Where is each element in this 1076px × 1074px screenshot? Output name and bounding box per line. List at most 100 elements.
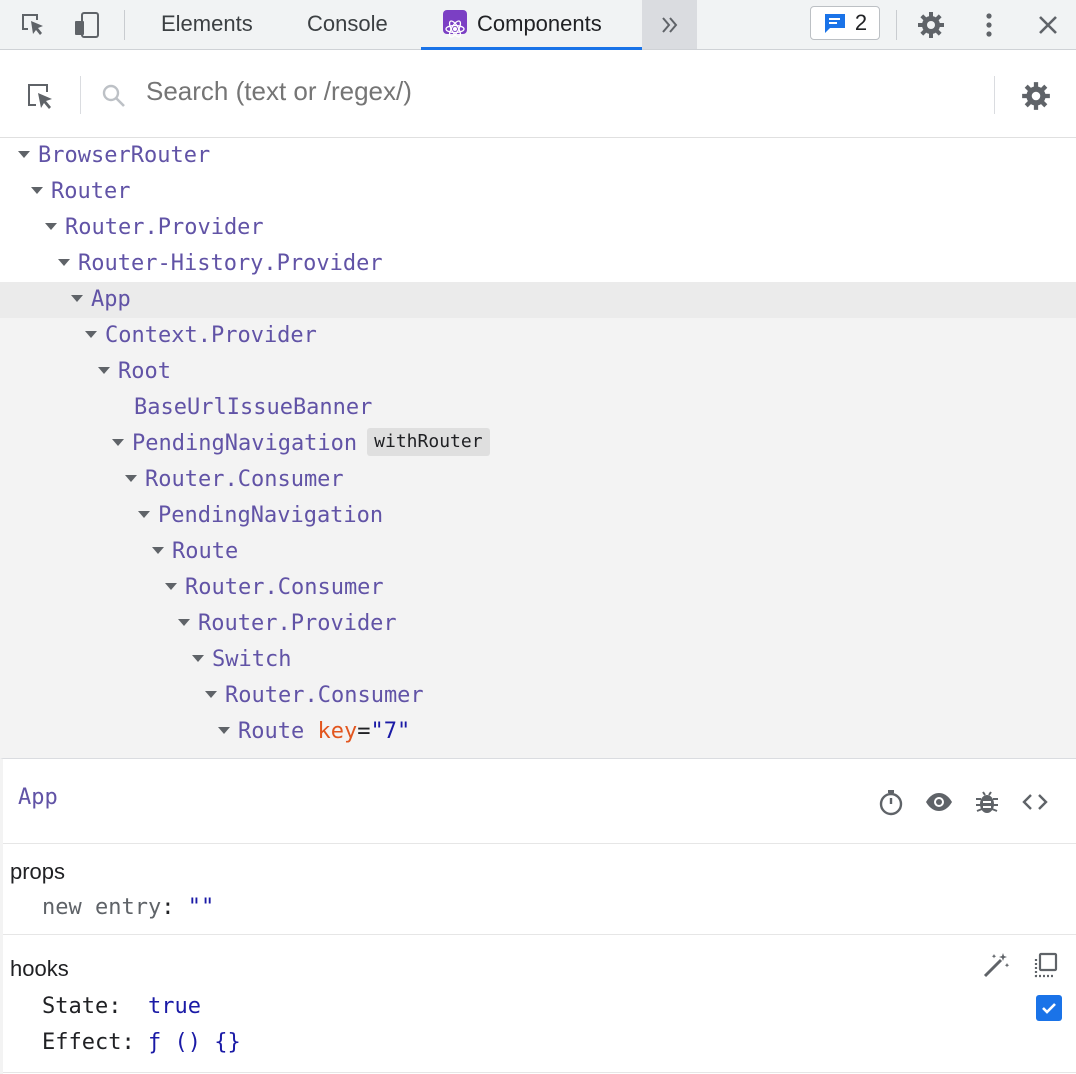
stopwatch-icon[interactable] (876, 787, 906, 817)
state-checkbox[interactable] (1036, 995, 1062, 1021)
tree-node-selected[interactable]: App (0, 282, 1076, 318)
collapse-triangle-icon[interactable] (152, 546, 164, 554)
tree-node-label: Router (51, 179, 131, 204)
copy-to-clipboard-icon[interactable] (1031, 950, 1061, 980)
prop-separator: : (161, 895, 175, 920)
tree-node-label: BrowserRouter (38, 143, 211, 168)
search-input[interactable] (146, 76, 946, 107)
hook-key: Effect (42, 1030, 122, 1055)
tree-node[interactable]: Router.Consumer (0, 678, 1076, 714)
device-toolbar-icon[interactable] (72, 10, 102, 40)
collapse-triangle-icon[interactable] (18, 150, 30, 158)
tree-node-label: Router.Consumer (225, 683, 424, 708)
issues-count: 2 (854, 10, 868, 35)
view-source-code-icon[interactable] (1020, 787, 1050, 817)
hook-row[interactable]: State: true (42, 994, 201, 1019)
tree-node-label: Root (118, 359, 171, 384)
collapse-triangle-icon[interactable] (71, 294, 83, 302)
settings-gear-icon[interactable] (916, 10, 946, 40)
tree-node[interactable]: Route key="7" (0, 714, 1076, 750)
collapse-triangle-icon[interactable] (205, 690, 217, 698)
collapse-triangle-icon[interactable] (138, 510, 150, 518)
collapse-triangle-icon[interactable] (125, 474, 137, 482)
collapse-triangle-icon[interactable] (192, 654, 204, 662)
tree-node[interactable]: BaseUrlIssueBanner (0, 390, 1076, 426)
prop-key: new entry (42, 895, 162, 920)
close-icon[interactable] (1033, 10, 1063, 40)
collapse-triangle-icon[interactable] (45, 222, 57, 230)
hoc-badge: withRouter (367, 428, 490, 456)
tree-node[interactable]: Route (0, 534, 1076, 570)
hooks-title: hooks (10, 956, 69, 981)
tree-node[interactable]: PendingNavigation withRouter (0, 426, 1076, 462)
inspect-element-icon[interactable] (18, 10, 48, 40)
tree-node[interactable]: PendingNavigation (0, 498, 1076, 534)
tree-node-label: App (91, 287, 131, 312)
magic-wand-icon[interactable] (981, 950, 1011, 980)
message-icon (823, 12, 847, 34)
tab-components-label: Components (477, 11, 602, 36)
prop-row[interactable]: new entry: "" (42, 895, 214, 920)
hook-value[interactable]: true (148, 994, 201, 1019)
devtools-toolbar: Elements Console Components 2 (0, 0, 1076, 50)
tree-node-label: Router.Consumer (185, 575, 384, 600)
tree-node[interactable]: BrowserRouter (0, 138, 1076, 174)
prop-value: "7" (370, 719, 411, 744)
prop-value[interactable]: "" (188, 895, 215, 920)
tab-elements[interactable]: Elements (141, 0, 273, 50)
react-icon (443, 10, 467, 38)
hook-value[interactable]: ƒ () {} (148, 1030, 241, 1055)
tree-node-label: Router.Provider (65, 215, 264, 240)
search-divider (994, 76, 995, 114)
more-tabs-chevron-icon[interactable] (642, 0, 697, 49)
tree-node-label: Context.Provider (105, 323, 317, 348)
eye-icon[interactable] (924, 787, 954, 817)
tree-node[interactable]: Root (0, 354, 1076, 390)
tree-node-label: Router.Consumer (145, 467, 344, 492)
bug-icon[interactable] (972, 787, 1002, 817)
collapse-triangle-icon[interactable] (98, 366, 110, 374)
tree-node-label: PendingNavigation (158, 503, 384, 528)
tree-node[interactable]: Switch (0, 642, 1076, 678)
tree-node-label: Route (238, 719, 305, 744)
tree-node[interactable]: Context.Provider (0, 318, 1076, 354)
tree-node-label: Router-History.Provider (78, 251, 383, 276)
tree-node-partial (0, 750, 1076, 758)
hook-separator: : (108, 994, 122, 1019)
collapse-triangle-icon[interactable] (218, 726, 230, 734)
props-section: props new entry: "" (3, 843, 1076, 935)
select-component-icon[interactable] (24, 80, 56, 112)
collapse-triangle-icon[interactable] (85, 330, 97, 338)
tab-components[interactable]: Components (421, 0, 642, 50)
toolbar-divider (124, 10, 125, 40)
hook-separator: : (121, 1030, 135, 1055)
component-search-bar (0, 50, 1076, 138)
issues-badge[interactable]: 2 (810, 6, 880, 40)
tab-console[interactable]: Console (287, 0, 408, 50)
tree-node[interactable]: Router.Consumer (0, 462, 1076, 498)
collapse-triangle-icon[interactable] (165, 582, 177, 590)
component-details-panel: App props new entry: "" hooks State: tru… (0, 758, 1076, 1074)
toolbar-divider (896, 10, 897, 40)
tree-node[interactable]: Router-History.Provider (0, 246, 1076, 282)
search-icon (100, 82, 128, 110)
collapse-triangle-icon[interactable] (178, 618, 190, 626)
component-tree: BrowserRouter Router Router.Provider Rou… (0, 138, 1076, 758)
collapse-triangle-icon[interactable] (31, 186, 43, 194)
tree-node[interactable]: Router (0, 174, 1076, 210)
props-title: props (10, 859, 66, 884)
prop-key: key (317, 719, 358, 744)
component-settings-gear-icon[interactable] (1020, 80, 1052, 112)
more-options-icon[interactable] (974, 10, 1004, 40)
tree-node-label: PendingNavigation (132, 431, 358, 456)
hook-row[interactable]: Effect: ƒ () {} (42, 1030, 241, 1055)
selected-component-name: App (18, 785, 58, 810)
tree-node-label: Route (172, 539, 239, 564)
tree-node-label: Router.Provider (198, 611, 397, 636)
details-header: App (3, 759, 1076, 844)
tree-node[interactable]: Router.Consumer (0, 570, 1076, 606)
tree-node[interactable]: Router.Provider (0, 210, 1076, 246)
collapse-triangle-icon[interactable] (58, 258, 70, 266)
tree-node[interactable]: Router.Provider (0, 606, 1076, 642)
collapse-triangle-icon[interactable] (112, 438, 124, 446)
